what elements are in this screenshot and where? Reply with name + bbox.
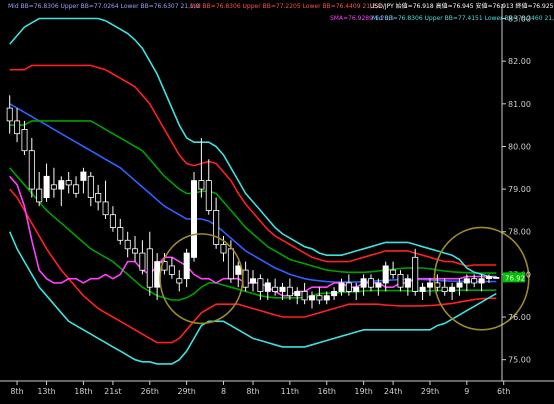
candle-body bbox=[6, 107, 13, 122]
candle-body bbox=[50, 184, 57, 190]
x-tick-label: 19th bbox=[354, 387, 372, 396]
x-tick-label: 9 bbox=[464, 387, 469, 396]
chart-container: Mid BB=76.8306 Upper BB=77.0264 Lower BB… bbox=[0, 0, 554, 400]
x-tick-label: 6th bbox=[497, 387, 510, 396]
candle-body bbox=[404, 278, 411, 288]
candle-body bbox=[272, 286, 279, 292]
candle-body bbox=[286, 286, 293, 297]
x-tick-label: 16th bbox=[318, 387, 336, 396]
candle-body bbox=[397, 273, 404, 288]
y-tick-label: 80.00 bbox=[508, 142, 531, 151]
candle-body bbox=[213, 209, 220, 245]
y-tick-label: 79.00 bbox=[508, 185, 531, 194]
candle-body bbox=[449, 286, 456, 292]
header-label: USD/JPY 始値=76.918 高値=76.945 安値=76.913 終値… bbox=[370, 2, 554, 10]
candle-body bbox=[441, 286, 448, 292]
candle-body bbox=[478, 278, 485, 284]
candle-body bbox=[176, 278, 183, 284]
x-tick-label: 8th bbox=[246, 387, 259, 396]
candle-body bbox=[58, 180, 65, 190]
candle-body bbox=[493, 276, 500, 279]
y-tick-label: 75.00 bbox=[508, 356, 531, 365]
x-tick-label: 29th bbox=[421, 387, 439, 396]
y-tick-label: 81.00 bbox=[508, 100, 531, 109]
candle-body bbox=[279, 286, 286, 292]
candle-body bbox=[154, 261, 161, 288]
candle-body bbox=[375, 282, 382, 288]
y-tick-label: 76.00 bbox=[508, 313, 531, 322]
candle-body bbox=[242, 269, 249, 288]
candle-body bbox=[80, 171, 87, 181]
candle-body bbox=[87, 175, 94, 199]
candle-body bbox=[227, 248, 234, 280]
candle-body bbox=[316, 295, 323, 301]
candle-body bbox=[353, 286, 360, 292]
candle-body bbox=[485, 276, 492, 279]
x-tick-label: 29th bbox=[177, 387, 195, 396]
candle-body bbox=[36, 188, 43, 203]
candle-body bbox=[109, 214, 116, 228]
candle-body bbox=[419, 286, 426, 292]
candle-body bbox=[471, 278, 478, 284]
candle-body bbox=[95, 192, 102, 203]
candle-body bbox=[345, 282, 352, 292]
candle-body bbox=[264, 282, 271, 292]
candle-body bbox=[323, 295, 330, 301]
candle-body bbox=[43, 175, 50, 199]
x-tick-label: 13th bbox=[37, 387, 55, 396]
header-label: Mid BB=76.8306 Upper BB=77.2205 Lower BB… bbox=[190, 3, 382, 10]
candle-body bbox=[131, 248, 138, 254]
candle-body bbox=[301, 290, 308, 301]
candle-body bbox=[65, 180, 72, 186]
candle-body bbox=[294, 290, 301, 297]
candle-body bbox=[338, 282, 345, 292]
candle-body bbox=[190, 180, 197, 258]
candle-body bbox=[257, 278, 264, 292]
candle-body bbox=[249, 278, 256, 284]
candle-body bbox=[139, 252, 146, 271]
candle-body bbox=[21, 128, 28, 152]
candle-body bbox=[198, 180, 205, 190]
candle-body bbox=[14, 120, 21, 135]
candle-body bbox=[390, 269, 397, 275]
candle-body bbox=[456, 282, 463, 288]
candle-body bbox=[463, 278, 470, 284]
x-tick-label: 8 bbox=[221, 387, 226, 396]
candle-body bbox=[426, 282, 433, 288]
candle-body bbox=[73, 184, 80, 194]
x-tick-label: 21st bbox=[104, 387, 121, 396]
x-tick-label: 8th bbox=[10, 387, 23, 396]
last-price-label: 76.92 bbox=[505, 274, 525, 282]
chart-background bbox=[0, 0, 554, 400]
y-tick-label: 82.00 bbox=[508, 57, 531, 66]
candle-body bbox=[367, 278, 374, 288]
candle-body bbox=[183, 252, 190, 280]
y-tick-label: 83.00 bbox=[508, 15, 531, 24]
candle-body bbox=[205, 180, 212, 211]
x-tick-label: 18th bbox=[74, 387, 92, 396]
x-tick-label: 11th bbox=[281, 387, 299, 396]
candlestick-chart: Mid BB=76.8306 Upper BB=77.0264 Lower BB… bbox=[0, 0, 554, 400]
candle-body bbox=[220, 244, 227, 254]
candle-body bbox=[331, 290, 338, 297]
candle-body bbox=[412, 256, 419, 292]
candle-body bbox=[360, 278, 367, 288]
candle-body bbox=[168, 265, 175, 275]
x-tick-label: 26th bbox=[141, 387, 159, 396]
candle-body bbox=[117, 227, 124, 241]
candle-body bbox=[382, 265, 389, 284]
candle-body bbox=[28, 150, 35, 190]
candle-body bbox=[235, 265, 242, 275]
candle-body bbox=[102, 201, 109, 216]
x-tick-label: 24th bbox=[384, 387, 402, 396]
header-label: Mid BB=76.8306 Upper BB=77.0264 Lower BB… bbox=[8, 3, 200, 10]
candle-body bbox=[124, 239, 131, 250]
y-tick-label: 78.00 bbox=[508, 228, 531, 237]
candle-body bbox=[308, 295, 315, 301]
candle-body bbox=[146, 248, 153, 288]
